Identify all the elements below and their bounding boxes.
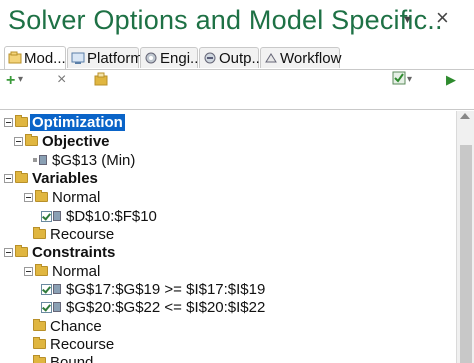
folder-icon <box>35 264 48 276</box>
vertical-scrollbar[interactable] <box>456 111 474 363</box>
tree-node-variables-recourse[interactable]: Recourse <box>33 225 116 243</box>
tree-node-label: Variables <box>32 169 98 187</box>
folder-icon <box>33 227 46 239</box>
tree-node-optimization[interactable]: Optimization <box>4 113 125 131</box>
checkbox-icon[interactable] <box>41 283 52 295</box>
tree-node-label: Normal <box>52 188 101 206</box>
folder-icon <box>35 190 48 202</box>
folder-icon <box>33 319 46 331</box>
scroll-thumb[interactable] <box>460 145 472 363</box>
variables-button[interactable] <box>94 72 108 89</box>
variables-icon <box>94 72 108 89</box>
delete-button[interactable]: × <box>57 71 66 89</box>
add-dropdown-button[interactable]: ▾ <box>18 74 23 85</box>
engine-icon <box>144 51 158 65</box>
tree-node-label: $G$20:$G$22 <= $I$20:$I$22 <box>66 298 266 316</box>
tab-output[interactable]: Outp... <box>199 47 264 68</box>
tab-strip: Mod... Platform Engi... Outp... Workflow <box>0 44 474 70</box>
collapse-icon[interactable] <box>4 247 13 257</box>
checkbox-icon[interactable] <box>41 301 52 313</box>
folder-icon <box>33 337 46 349</box>
tab-engine[interactable]: Engi... <box>140 47 203 68</box>
tree-node-constraints[interactable]: Constraints <box>4 243 117 261</box>
tab-workflow[interactable]: Workflow <box>260 47 341 68</box>
scroll-up-icon[interactable] <box>460 113 470 119</box>
task-pane-header: Solver Options and Model Specific.. ▼ × <box>0 0 474 44</box>
output-icon <box>203 51 217 65</box>
delete-icon: × <box>57 71 67 88</box>
folder-icon <box>15 245 28 257</box>
leaf-icon <box>33 158 37 162</box>
tree-node-constraints-recourse[interactable]: Recourse <box>33 335 116 353</box>
solve-button[interactable]: ▶ <box>446 72 456 88</box>
workflow-icon <box>264 51 278 65</box>
pane-options-dropdown[interactable]: ▼ <box>402 14 413 26</box>
tree-node-constraints-chance[interactable]: Chance <box>33 317 104 335</box>
tree-node-variable-item[interactable]: $D$10:$F$10 <box>41 207 159 225</box>
cell-icon <box>53 302 61 312</box>
tree-node-constraints-normal[interactable]: Normal <box>24 262 102 280</box>
tree-node-objective-item[interactable]: $G$13 (Min) <box>33 151 137 169</box>
collapse-icon[interactable] <box>4 117 13 127</box>
tree-node-label: Chance <box>50 317 102 335</box>
folder-icon <box>15 115 28 127</box>
add-button[interactable]: + <box>6 72 15 90</box>
add-icon: + <box>6 72 16 89</box>
run-icon: ▶ <box>446 72 456 87</box>
cell-icon <box>53 284 61 294</box>
collapse-icon[interactable] <box>14 136 23 146</box>
model-actions-button[interactable] <box>392 71 406 88</box>
cell-icon <box>53 211 61 221</box>
folder-icon <box>25 134 38 146</box>
tree-node-label: $G$13 (Min) <box>52 151 136 169</box>
model-actions-dropdown[interactable]: ▾ <box>407 74 412 85</box>
folder-icon <box>33 355 46 363</box>
cell-icon <box>39 155 47 165</box>
tree-node-objective[interactable]: Objective <box>14 132 112 150</box>
pane-title: Solver Options and Model Specific.. <box>8 5 443 35</box>
tab-model[interactable]: Mod... <box>4 46 66 69</box>
model-actions-icon <box>392 71 406 88</box>
tree-node-label: $G$17:$G$19 >= $I$17:$I$19 <box>66 280 266 298</box>
tree-node-label: Recourse <box>50 335 115 353</box>
model-icon <box>8 51 22 65</box>
tree-node-label: Optimization <box>30 113 125 131</box>
tree-node-constraint-item[interactable]: $G$17:$G$19 >= $I$17:$I$19 <box>41 280 267 298</box>
collapse-icon[interactable] <box>24 266 33 276</box>
folder-icon <box>15 171 28 183</box>
tree-node-constraints-bound[interactable]: Bound <box>33 353 95 363</box>
tree-node-constraint-item[interactable]: $G$20:$G$22 <= $I$20:$I$22 <box>41 298 267 316</box>
tab-platform[interactable]: Platform <box>67 47 143 68</box>
platform-icon <box>71 51 85 65</box>
model-tree: Optimization Objective $G$13 (Min) Varia… <box>0 111 456 363</box>
toolbar: + ▾ × ▾ ▶ <box>0 70 474 110</box>
tree-node-variables-normal[interactable]: Normal <box>24 188 102 206</box>
tree-node-label: Recourse <box>50 225 115 243</box>
collapse-icon[interactable] <box>4 173 13 183</box>
tree-node-label: Bound <box>50 353 94 363</box>
close-pane-button[interactable]: × <box>436 7 449 29</box>
tree-node-label: Normal <box>52 262 101 280</box>
tree-node-label: Objective <box>42 132 110 150</box>
tree-node-label: Constraints <box>32 243 116 261</box>
tree-node-variables[interactable]: Variables <box>4 169 100 187</box>
collapse-icon[interactable] <box>24 192 33 202</box>
checkbox-icon[interactable] <box>41 210 52 222</box>
tree-node-label: $D$10:$F$10 <box>66 207 157 225</box>
